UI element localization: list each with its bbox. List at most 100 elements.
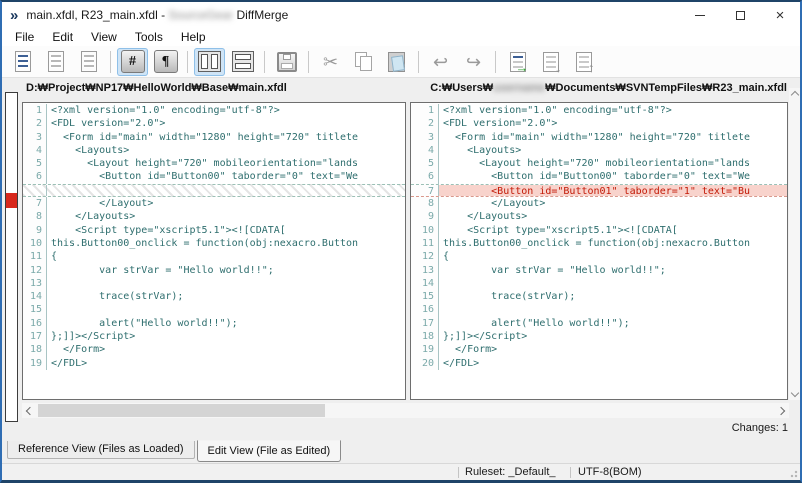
- apply-change-button[interactable]: →: [502, 48, 533, 76]
- line-number: 4: [411, 144, 439, 157]
- menu-view[interactable]: View: [82, 30, 126, 44]
- line-text: {: [439, 250, 787, 263]
- close-button[interactable]: ×: [760, 2, 800, 28]
- cut-button[interactable]: ✂: [315, 48, 346, 76]
- code-line: 5 <Layout height="720" mobileorientation…: [411, 157, 787, 170]
- save-button[interactable]: [271, 48, 302, 76]
- toolbar-separator: [495, 51, 496, 73]
- paste-button[interactable]: [381, 48, 412, 76]
- line-text: </Layout>: [439, 197, 787, 210]
- horizontal-split-toggle[interactable]: [227, 48, 258, 76]
- line-number: 6: [411, 170, 439, 183]
- vertical-scrollbar[interactable]: [789, 88, 800, 400]
- line-number: 20: [411, 357, 439, 370]
- app-icon: »: [10, 8, 18, 23]
- line-number: 16: [411, 303, 439, 316]
- menu-help[interactable]: Help: [172, 30, 215, 44]
- line-text: alert("Hello world!!");: [439, 317, 787, 330]
- toolbar-separator: [308, 51, 309, 73]
- line-text: </FDL>: [47, 357, 405, 370]
- line-text: </Form>: [439, 343, 787, 356]
- code-line: 19</FDL>: [23, 357, 405, 370]
- line-number: 10: [411, 224, 439, 237]
- status-bar: Ruleset: _Default_ UTF-8(BOM): [2, 463, 800, 480]
- line-text: alert("Hello world!!");: [47, 317, 405, 330]
- code-line: 3 <Form id="main" width="1280" height="7…: [23, 131, 405, 144]
- show-all-lines-button[interactable]: [7, 48, 38, 76]
- prev-change-button[interactable]: ↑: [568, 48, 599, 76]
- line-text: <?xml version="1.0" encoding="utf-8"?>: [439, 104, 787, 117]
- encoding-label: UTF-8(BOM): [578, 466, 642, 478]
- line-text: <Form id="main" width="1280" height="720…: [439, 131, 787, 144]
- doc-lines-gray-icon: [48, 51, 64, 72]
- scroll-down-icon[interactable]: [790, 389, 798, 397]
- tab-edit-view[interactable]: Edit View (File as Edited): [197, 440, 342, 462]
- code-line: 19 </Form>: [411, 343, 787, 356]
- scroll-left-icon[interactable]: [26, 406, 34, 414]
- maximize-button[interactable]: [720, 2, 760, 28]
- code-line: 2<FDL version="2.0">: [411, 117, 787, 130]
- diff-change-marker: [6, 193, 17, 208]
- code-line: 14: [411, 277, 787, 290]
- left-code-pane[interactable]: 1<?xml version="1.0" encoding="utf-8"?>2…: [22, 102, 406, 400]
- code-line: 17};]]></Script>: [23, 330, 405, 343]
- horizontal-scrollbar[interactable]: [22, 403, 789, 418]
- line-number: 13: [411, 264, 439, 277]
- line-text: <FDL version="2.0">: [439, 117, 787, 130]
- show-diffs-context-button[interactable]: [40, 48, 71, 76]
- scroll-up-icon[interactable]: [790, 91, 798, 99]
- code-line: 6 <Button id="Button00" taborder="0" tex…: [411, 170, 787, 183]
- diff-overview-strip[interactable]: [5, 92, 18, 422]
- vertical-split-icon: [198, 51, 221, 72]
- line-text: var strVar = "Hello world!!";: [439, 264, 787, 277]
- right-path-redacted: username: [493, 82, 545, 94]
- line-number: 18: [411, 330, 439, 343]
- toolbar-separator: [418, 51, 419, 73]
- line-number: 12: [23, 264, 47, 277]
- horizontal-scroll-thumb[interactable]: [38, 404, 325, 417]
- menu-file[interactable]: File: [6, 30, 43, 44]
- next-change-button[interactable]: ↓: [535, 48, 566, 76]
- code-line: 10 <Script type="xscript5.1"><![CDATA[: [411, 224, 787, 237]
- code-line: 14 trace(strVar);: [23, 290, 405, 303]
- doc-up-arrow-icon: ↑: [576, 52, 592, 72]
- line-text: <Layouts>: [47, 144, 405, 157]
- window-title-redacted: SourceGear: [168, 8, 233, 22]
- line-text: var strVar = "Hello world!!";: [47, 264, 405, 277]
- line-number: 15: [411, 290, 439, 303]
- line-numbers-toggle[interactable]: #: [117, 48, 148, 76]
- toolbar-separator: [110, 51, 111, 73]
- copy-button[interactable]: [348, 48, 379, 76]
- code-line: 15 trace(strVar);: [411, 290, 787, 303]
- scroll-right-icon[interactable]: [777, 406, 785, 414]
- tab-reference-view[interactable]: Reference View (Files as Loaded): [7, 441, 195, 459]
- line-number: 5: [23, 157, 47, 170]
- diff-gap-row: [23, 184, 405, 197]
- undo-button[interactable]: ↩: [425, 48, 456, 76]
- show-whitespace-toggle[interactable]: ¶: [150, 48, 181, 76]
- line-text: <Layouts>: [439, 144, 787, 157]
- line-text: <Script type="xscript5.1"><![CDATA[: [439, 224, 787, 237]
- redo-arrow-icon: ↪: [466, 53, 481, 71]
- changes-count: Changes: 1: [732, 422, 788, 434]
- window-title-files: main.xfdl, R23_main.xfdl -: [26, 8, 168, 22]
- window-title-app: DiffMerge: [233, 8, 288, 22]
- line-number: 16: [23, 317, 47, 330]
- code-line: 11{: [23, 250, 405, 263]
- doc-lines-gray-icon: [81, 51, 97, 72]
- minimize-button[interactable]: [680, 2, 720, 28]
- left-file-path: D:₩Project₩NP17₩HelloWorld₩Base₩main.xfd…: [26, 82, 287, 94]
- vertical-split-toggle[interactable]: [194, 48, 225, 76]
- toolbar-separator: [264, 51, 265, 73]
- menu-tools[interactable]: Tools: [126, 30, 172, 44]
- redo-button[interactable]: ↪: [458, 48, 489, 76]
- show-diffs-only-button[interactable]: [73, 48, 104, 76]
- menu-edit[interactable]: Edit: [43, 30, 82, 44]
- line-number: 7: [411, 185, 439, 196]
- line-number: 2: [23, 117, 47, 130]
- line-text: </Layouts>: [439, 210, 787, 223]
- right-code-pane[interactable]: 1<?xml version="1.0" encoding="utf-8"?>2…: [410, 102, 788, 400]
- line-text: this.Button00_onclick = function(obj:nex…: [439, 237, 787, 250]
- resize-grip-icon[interactable]: [788, 468, 798, 478]
- doc-green-right-arrow-icon: →: [510, 52, 526, 72]
